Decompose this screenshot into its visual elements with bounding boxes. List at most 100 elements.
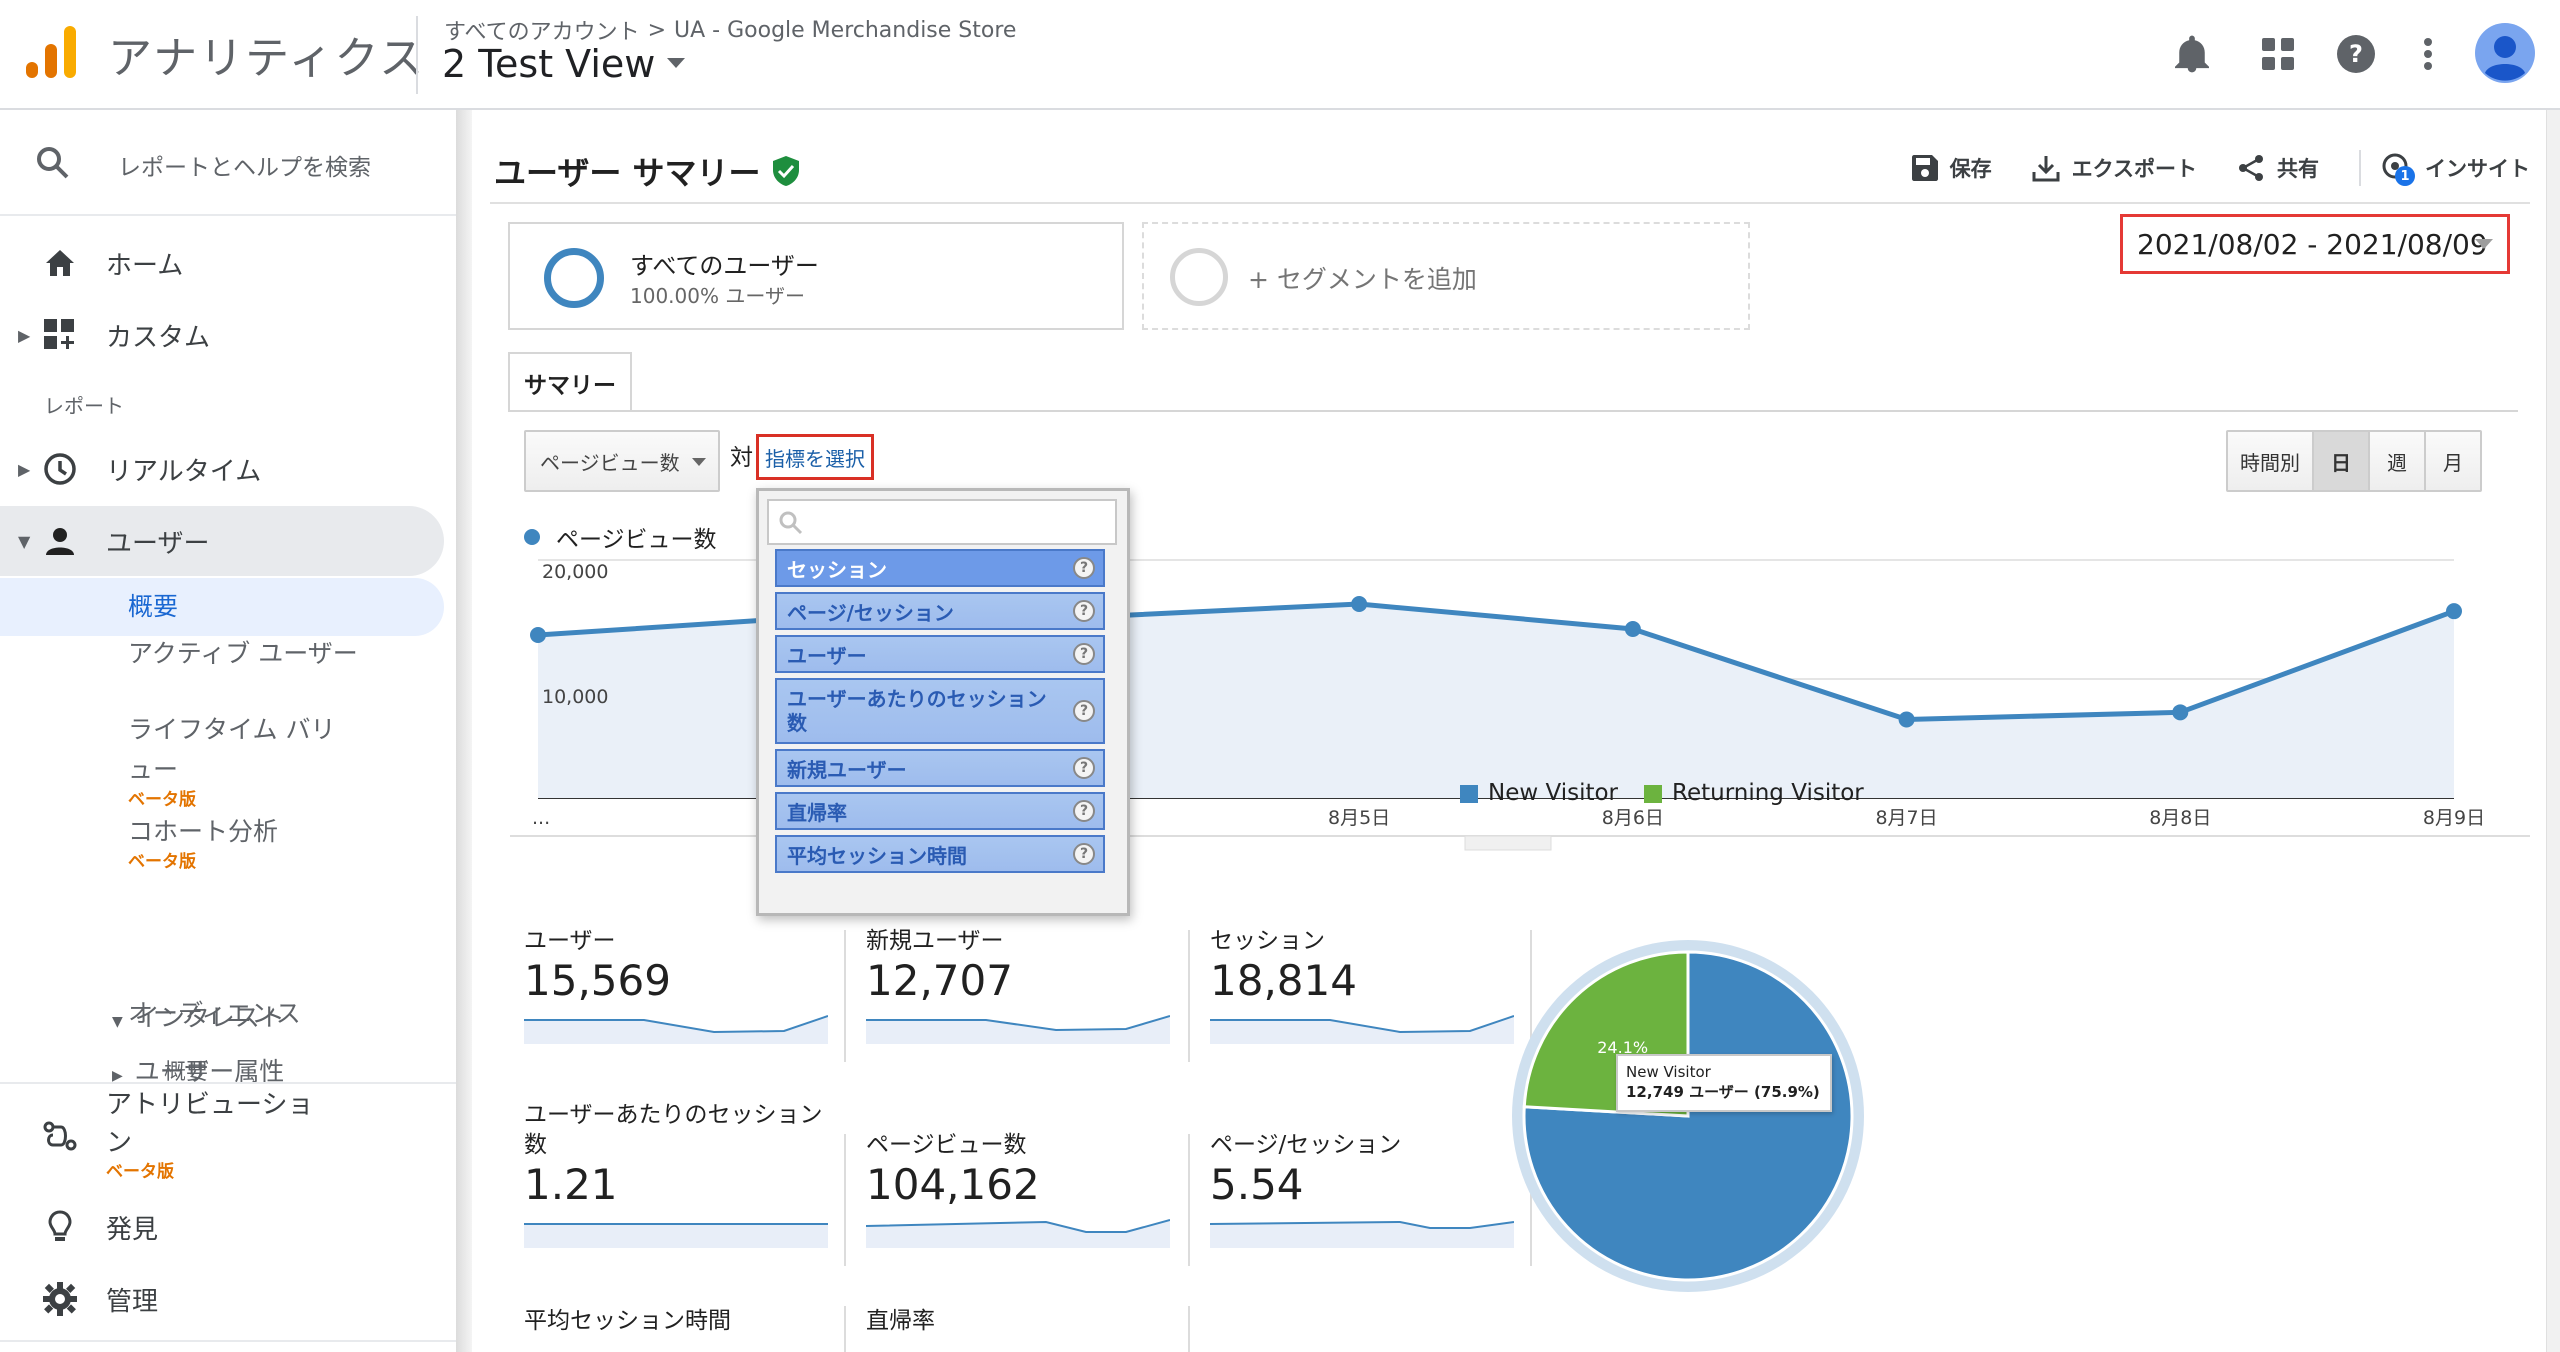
sidebar-search[interactable]: レポートとヘルプを検索 — [0, 110, 456, 216]
sidebar-item-label: ユーザー — [106, 528, 210, 559]
x-tick-label: 8月5日 — [1328, 807, 1390, 829]
add-segment-label: + セグメントを追加 — [1248, 265, 1477, 294]
metric-option-users[interactable]: ユーザー? — [775, 635, 1105, 673]
sidebar-subitem-interests[interactable]: ▼ インタレスト — [112, 998, 285, 1042]
top-header: アナリティクス すべてのアカウント > UA - Google Merchand… — [0, 0, 2560, 110]
sidebar-item-label: ホーム — [106, 250, 184, 281]
primary-metric-select[interactable]: ページビュー数 — [524, 430, 720, 492]
choose-metric-link[interactable]: 指標を選択 — [756, 434, 874, 480]
sidebar-item-attribution[interactable]: アトリビューション ベータ版 — [0, 1086, 444, 1182]
help-icon[interactable]: ? — [2332, 30, 2380, 78]
scorecard-label: ユーザーあたりのセッション数 — [524, 1102, 823, 1158]
scorecard-value: 12,707 — [866, 956, 1013, 1005]
metric-option-avg-session-duration[interactable]: 平均セッション時間? — [775, 835, 1105, 873]
account-avatar[interactable] — [2474, 22, 2536, 84]
scorecard-label: 新規ユーザー — [866, 928, 1004, 954]
save-button[interactable]: 保存 — [1911, 153, 1992, 183]
granularity-day[interactable]: 日 — [2312, 432, 2368, 490]
help-icon[interactable]: ? — [1073, 700, 1095, 722]
granularity-month[interactable]: 月 — [2424, 432, 2480, 490]
section-label-reports: レポート — [44, 394, 124, 418]
search-icon — [779, 511, 803, 535]
sidebar-item-admin[interactable]: 管理 — [0, 1264, 444, 1334]
scorecard-label: 平均セッション時間 — [524, 1308, 731, 1334]
expand-down-icon: ▼ — [18, 531, 31, 551]
scorecard-label: 直帰率 — [866, 1308, 935, 1334]
tab-summary[interactable]: サマリー — [508, 352, 632, 412]
y-tick-label: 20,000 — [542, 561, 608, 583]
search-icon — [37, 147, 69, 179]
home-icon — [42, 245, 78, 281]
help-icon[interactable]: ? — [1073, 557, 1095, 579]
sidebar-item-label: アトリビューション ベータ版 — [106, 1086, 326, 1182]
search-placeholder: レポートとヘルプを検索 — [118, 155, 371, 181]
granularity-hourly[interactable]: 時間別 — [2228, 432, 2312, 490]
save-label: 保存 — [1949, 157, 1992, 181]
sidebar-subitem-lifetime-value[interactable]: ライフタイム バリュー ベータ版 — [128, 710, 358, 810]
sidebar-item-label: リアルタイム — [106, 456, 262, 487]
help-icon[interactable]: ? — [1073, 600, 1095, 622]
export-button[interactable]: エクスポート — [2032, 153, 2197, 183]
notification-bell-icon[interactable] — [2168, 30, 2216, 78]
sidebar-subitem-interests-overview[interactable]: 概要 — [164, 1058, 284, 1082]
sidebar-item-users[interactable]: ▼ ユーザー — [0, 506, 444, 576]
sidebar-subitem-cohort[interactable]: コホート分析 ベータ版 — [128, 812, 278, 872]
metric-search-input[interactable] — [767, 499, 1117, 545]
view-name: 2 Test View — [442, 42, 656, 86]
help-icon[interactable]: ? — [1073, 643, 1095, 665]
sidebar-subitem-active-users[interactable]: アクティブ ユーザー — [128, 634, 358, 674]
scorecard-bounce-rate: 直帰率 — [866, 1306, 1186, 1336]
page-scrollbar[interactable] — [2546, 110, 2560, 1352]
metric-option-new-users[interactable]: 新規ユーザー? — [775, 749, 1105, 787]
sparkline — [1210, 1220, 1514, 1248]
sidebar-item-realtime[interactable]: ▶ リアルタイム — [0, 434, 444, 504]
x-tick-label: ... — [532, 807, 550, 829]
x-tick-label: 8月7日 — [1875, 807, 1937, 829]
insights-icon: 1 — [2381, 152, 2415, 186]
metric-option-pages-per-session[interactable]: ページ/セッション? — [775, 592, 1105, 630]
sidebar-item-home[interactable]: ホーム — [0, 228, 444, 298]
breadcrumb-property[interactable]: UA - Google Merchandise Store — [674, 18, 1016, 43]
metric-option-bounce-rate[interactable]: 直帰率? — [775, 792, 1105, 830]
segment-name: すべてのユーザー — [630, 252, 819, 280]
sidebar-item-custom[interactable]: ▶ カスタム — [0, 300, 444, 370]
add-segment-button[interactable]: + セグメントを追加 — [1142, 222, 1750, 330]
sidebar-divider — [0, 1340, 456, 1342]
date-range-picker[interactable]: 2021/08/02 - 2021/08/09 — [2120, 214, 2510, 274]
help-icon[interactable]: ? — [1073, 757, 1095, 779]
title-divider — [490, 202, 2530, 204]
legend-swatch — [1644, 784, 1663, 803]
segment-placeholder-ring-icon — [1170, 248, 1228, 306]
granularity-toggle: 時間別 日 週 月 — [2226, 430, 2482, 492]
help-icon[interactable]: ? — [1073, 800, 1095, 822]
expand-right-icon: ▶ — [18, 325, 31, 345]
beta-badge: ベータ版 — [106, 1162, 174, 1182]
share-button[interactable]: 共有 — [2237, 153, 2319, 183]
scorecard-divider — [1188, 1134, 1190, 1266]
sidebar-item-label: カスタム — [106, 322, 211, 353]
pie-tooltip: New Visitor 12,749 ユーザー (75.9%) — [1616, 1054, 1832, 1112]
metric-option-sessions[interactable]: セッション? — [775, 549, 1105, 587]
insights-button[interactable]: 1 インサイト — [2381, 152, 2530, 186]
more-vert-icon[interactable] — [2404, 30, 2452, 78]
analytics-logo[interactable] — [26, 26, 76, 80]
metric-option-sessions-per-user[interactable]: ユーザーあたりのセッション数? — [775, 678, 1105, 744]
insights-badge: 1 — [2395, 166, 2415, 186]
sidebar-item-discover[interactable]: 発見 — [0, 1192, 444, 1262]
view-selector[interactable]: 2 Test View — [442, 42, 686, 86]
sparkline — [866, 1015, 1170, 1044]
download-icon — [2032, 156, 2060, 182]
scorecard-pageviews: ページビュー数 104,162 — [866, 1130, 1186, 1248]
sidebar-subitem-overview[interactable]: 概要 — [0, 578, 444, 636]
help-icon[interactable]: ? — [1073, 843, 1095, 865]
segment-all-users[interactable]: すべてのユーザー 100.00% ユーザー — [508, 222, 1124, 330]
report-toolbar: 保存 エクスポート 共有 1 インサイト — [1911, 150, 2530, 186]
share-icon — [2239, 155, 2263, 181]
sidebar-item-label: 発見 — [106, 1214, 159, 1245]
scorecard-users: ユーザー 15,569 — [524, 926, 844, 1044]
x-tick-label: 8月9日 — [2423, 807, 2485, 829]
caret-down-icon — [692, 458, 706, 466]
apps-grid-icon[interactable] — [2254, 30, 2302, 78]
expand-right-icon: ▶ — [18, 459, 31, 479]
granularity-week[interactable]: 週 — [2368, 432, 2424, 490]
